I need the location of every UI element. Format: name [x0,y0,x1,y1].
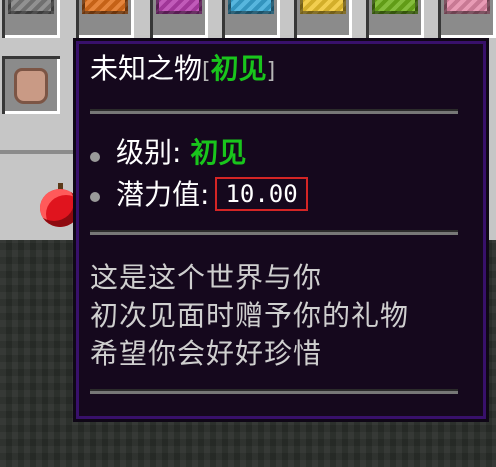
description-line: 初次见面时赠予你的礼物 [90,299,410,332]
gray-wool-icon [8,0,54,14]
inventory-slot[interactable] [222,0,280,38]
title-tag: 初见 [210,52,267,85]
lime-wool-icon [372,0,418,14]
inventory-slot[interactable] [150,0,208,38]
inventory-slot[interactable] [294,0,352,38]
item-tooltip: 未知之物[初见] 级别: 初见 潜力值: 10.00 这是这个世界与你 初次见面时… [73,38,489,422]
magenta-wool-icon [156,0,202,14]
pink-wool-icon [444,0,490,14]
separator [90,230,458,235]
item-title: 未知之物[初见] [90,53,275,88]
description-line: 希望你会好好珍惜 [90,337,323,370]
title-bracket-close: ] [266,59,276,84]
level-row: 级别: 初见 [116,137,246,169]
panel-edge [0,150,80,154]
description-line: 这是这个世界与你 [90,261,323,294]
inventory-slot[interactable] [2,56,60,114]
level-value: 初见 [190,136,247,169]
inventory-slot[interactable] [76,0,134,38]
inventory-slot[interactable] [438,0,496,38]
inventory-slot[interactable] [2,0,60,38]
title-bracket-open: [ [202,59,211,84]
inventory-slot[interactable] [366,0,424,38]
bullet-icon [90,192,100,202]
potential-label: 潜力值: [116,178,210,211]
leather-icon [14,68,48,104]
bullet-icon [90,152,100,162]
potential-value: 10.00 [215,177,308,211]
light-blue-wool-icon [228,0,274,14]
orange-wool-icon [82,0,128,14]
potential-row: 潜力值: 10.00 [116,177,308,211]
separator [90,389,458,394]
level-label: 级别: [116,136,191,169]
separator [90,109,458,114]
item-name: 未知之物 [90,52,203,85]
yellow-wool-icon [300,0,346,14]
